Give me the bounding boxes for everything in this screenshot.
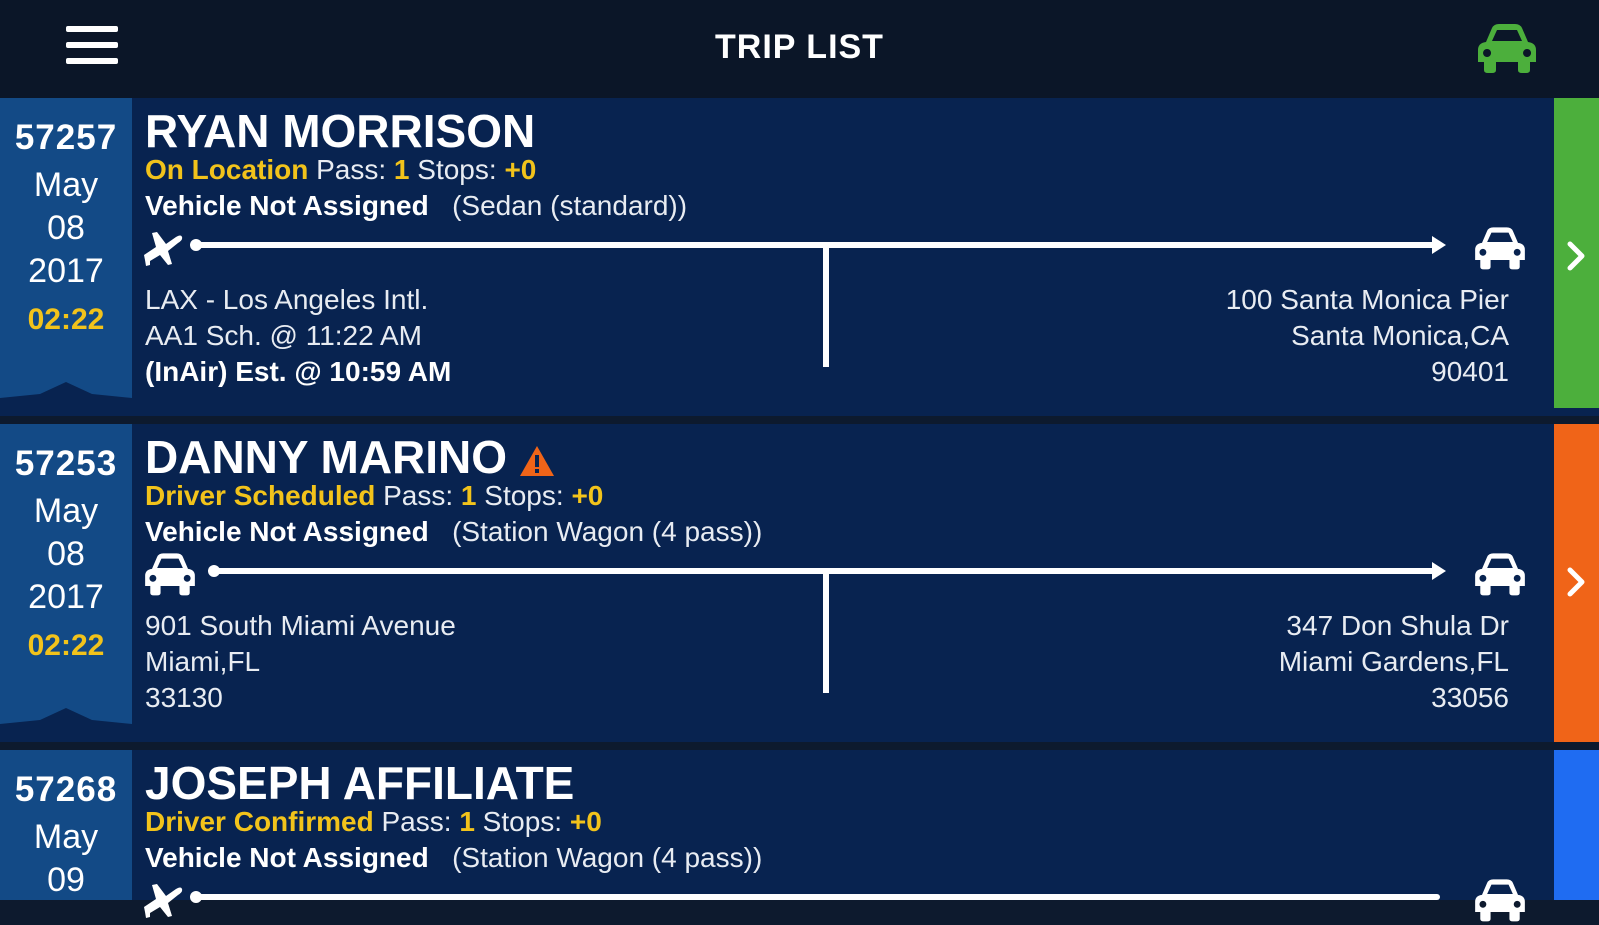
warning-icon <box>520 445 555 476</box>
vehicle-type: (Station Wagon (4 pass)) <box>452 516 763 547</box>
pickup-address: 901 South Miami Avenue Miami,FL 33130 <box>145 610 456 713</box>
status-line: Driver Confirmed Pass: 1 Stops: +0 <box>145 806 602 837</box>
vehicle-status: Vehicle Not Assigned <box>145 190 429 221</box>
pickup-address: LAX - Los Angeles Intl. AA1 Sch. @ 11:22… <box>145 284 452 387</box>
vehicle-line: Vehicle Not Assigned (Station Wagon (4 p… <box>145 516 762 548</box>
passenger-name: JOSEPH AFFILIATE <box>145 757 575 809</box>
trip-card[interactable]: 57253 May 08 2017 02:22 DANNY MARINO Dri… <box>0 424 1599 742</box>
dropoff-address: 347 Don Shula Dr Miami Gardens,FL 33056 <box>1278 610 1509 713</box>
vehicle-status: Vehicle Not Assigned <box>145 842 429 873</box>
status-line: Driver Scheduled Pass: 1 Stops: +0 <box>145 480 604 511</box>
trip-number: 57268 <box>14 770 118 809</box>
passenger-count: 1 <box>460 480 477 511</box>
trip-date-column: 57253 May 08 2017 02:22 <box>0 424 132 724</box>
passenger-name: RYAN MORRISON <box>145 105 536 157</box>
vehicle-type: (Station Wagon (4 pass)) <box>452 842 763 873</box>
car-icon <box>1475 553 1525 596</box>
car-icon <box>1475 227 1525 270</box>
trip-day: 08 <box>47 535 85 573</box>
trip-month: May <box>33 818 99 856</box>
trip-year: 2017 <box>28 252 104 290</box>
stops-count: +0 <box>569 806 602 837</box>
trip-time: 02:22 <box>27 629 105 662</box>
airplane-icon <box>144 232 183 266</box>
trip-detail-button[interactable] <box>1554 750 1599 900</box>
passenger-count: 1 <box>393 154 410 185</box>
route-divider <box>823 245 829 367</box>
trip-time: 02:22 <box>27 303 105 336</box>
trip-card[interactable]: 57257 May 08 2017 02:22 RYAN MORRISON On… <box>0 98 1599 416</box>
chevron-right-icon <box>1567 241 1585 271</box>
trip-status: Driver Confirmed <box>145 806 374 837</box>
trip-month: May <box>33 166 99 204</box>
trip-date-column: 57268 May 09 <box>0 750 132 900</box>
trip-year: 2017 <box>28 578 104 616</box>
trip-day: 09 <box>47 861 85 899</box>
car-icon[interactable] <box>1472 20 1542 76</box>
chevron-right-icon <box>1567 567 1585 597</box>
trip-detail-button[interactable] <box>1554 98 1599 408</box>
route-divider <box>823 571 829 693</box>
stops-count: +0 <box>504 154 537 185</box>
vehicle-type: (Sedan (standard)) <box>452 190 688 221</box>
trip-status: Driver Scheduled <box>145 480 376 511</box>
vehicle-status: Vehicle Not Assigned <box>145 516 429 547</box>
top-bar: TRIP LIST <box>0 0 1599 98</box>
trip-month: May <box>33 492 99 530</box>
dropoff-address: 100 Santa Monica Pier Santa Monica,CA 90… <box>1225 284 1509 387</box>
passenger-count: 1 <box>459 806 475 837</box>
car-icon <box>1475 879 1525 922</box>
trip-day: 08 <box>47 209 85 247</box>
trip-number: 57253 <box>14 444 118 483</box>
vehicle-line: Vehicle Not Assigned (Sedan (standard)) <box>145 190 687 222</box>
passenger-name: DANNY MARINO <box>145 430 555 484</box>
route-line <box>140 875 1530 925</box>
stops-count: +0 <box>571 480 604 511</box>
car-icon <box>145 553 195 596</box>
route-line <box>140 549 1530 599</box>
trip-status: On Location <box>145 154 309 185</box>
status-line: On Location Pass: 1 Stops: +0 <box>145 154 537 185</box>
trip-card[interactable]: 57268 May 09 JOSEPH AFFILIATE Driver Con… <box>0 750 1599 922</box>
trip-date-column: 57257 May 08 2017 02:22 <box>0 98 132 398</box>
trip-detail-button[interactable] <box>1554 424 1599 742</box>
airplane-icon <box>144 884 183 918</box>
route-line <box>140 223 1530 273</box>
trip-number: 57257 <box>14 118 118 157</box>
vehicle-line: Vehicle Not Assigned (Station Wagon (4 p… <box>145 842 762 874</box>
page-title: TRIP LIST <box>715 28 884 66</box>
